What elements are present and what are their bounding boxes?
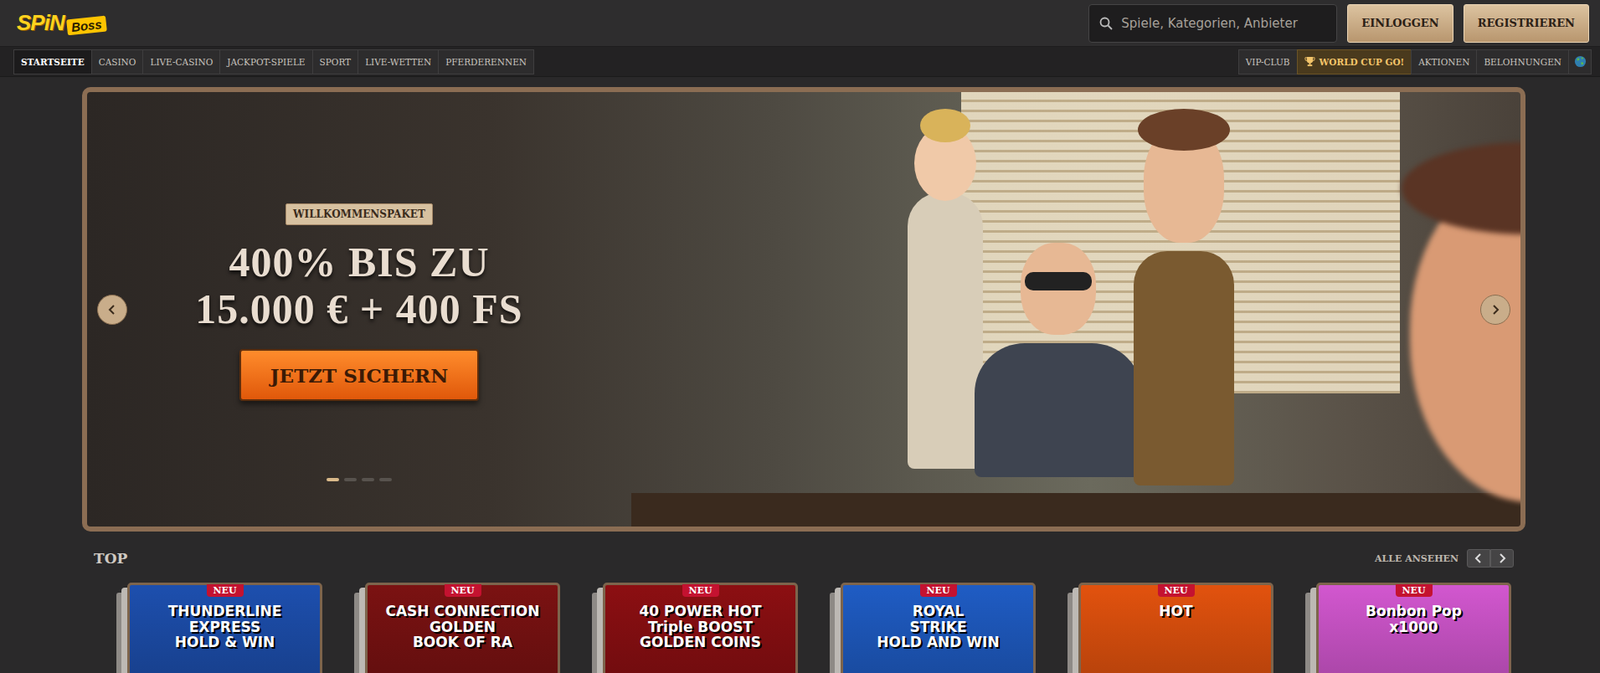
game-title-line: Triple BOOST (612, 619, 789, 636)
new-badge: NEU (919, 584, 957, 597)
trophy-icon (1304, 56, 1316, 67)
section-controls: ALLE ANSEHEN (1374, 549, 1514, 568)
slide-dot[interactable] (326, 478, 340, 482)
woman-figure (907, 192, 983, 469)
boss-figure (974, 343, 1143, 478)
game-title-line: THUNDERLINE (136, 603, 314, 620)
slide-dot[interactable] (361, 478, 375, 482)
secondary-nav-item[interactable]: VIP-CLUB (1238, 49, 1298, 75)
nav-label: WORLD CUP GO! (1319, 56, 1405, 67)
game-title-line: EXPRESS (136, 619, 314, 636)
chevron-right-icon (1497, 553, 1508, 564)
nav-item[interactable]: CASINO (91, 49, 145, 75)
game-tile[interactable]: NEU 40 POWER HOTTriple BOOSTGOLDEN COINS (602, 582, 798, 673)
nav-label: CASINO (98, 56, 137, 67)
chevron-left-icon (1473, 553, 1484, 564)
nav-label: LIVE-WETTEN (365, 56, 432, 67)
register-button[interactable]: REGISTRIEREN (1463, 4, 1590, 43)
scroll-left-button[interactable] (1466, 549, 1491, 568)
game-title-line: GOLDEN COINS (612, 634, 789, 651)
nav-label: LIVE-CASINO (149, 56, 213, 67)
nav-label: VIP-CLUB (1245, 56, 1291, 67)
hero-banner: WILLKOMMENSPAKET 400% BIS ZU15.000 € + 40… (82, 87, 1526, 532)
page: SPiNBoss EINLOGGEN REGISTRIEREN STARTSEITE C… (0, 0, 1600, 673)
headline-line: 400% BIS ZU (195, 238, 523, 286)
chevron-right-icon (1490, 304, 1501, 315)
section-title: TOP (93, 550, 128, 567)
game-title-line: HOT (1087, 603, 1265, 620)
top-bar: SPiNBoss EINLOGGEN REGISTRIEREN (0, 0, 1600, 47)
game-tile[interactable]: NEU Bonbon Popx1000 (1316, 582, 1512, 673)
logo-word: SPiN (16, 10, 65, 37)
next-slide-button[interactable] (1480, 294, 1511, 325)
game-tile[interactable]: NEU HOT (1078, 582, 1274, 673)
desk (631, 493, 1521, 527)
new-badge: NEU (681, 584, 719, 597)
language-button[interactable] (1568, 49, 1592, 75)
nav-label: SPORT (319, 56, 352, 67)
nav-label: JACKPOT-SPIELE (226, 56, 305, 67)
game-title-line: CASH CONNECTION (374, 603, 551, 620)
scroll-right-button[interactable] (1490, 549, 1514, 568)
globe-icon (1574, 55, 1587, 68)
game-title-line: GOLDEN (374, 619, 551, 636)
game-title-line: STRIKE (849, 619, 1027, 636)
game-title-line: x1000 (1325, 619, 1503, 636)
slide-indicators (326, 478, 392, 482)
nav-item[interactable]: STARTSEITE (13, 49, 93, 75)
previous-slide-button[interactable] (97, 294, 128, 325)
game-list: NEU THUNDERLINEEXPRESSHOLD & WIN NEU CASH C… (0, 582, 1600, 673)
game-title-line: Bonbon Pop (1325, 603, 1503, 620)
new-badge: NEU (205, 584, 243, 597)
secondary-nav-item[interactable]: AKTIONEN (1410, 49, 1477, 75)
hero-content: WILLKOMMENSPAKET 400% BIS ZU15.000 € + 40… (87, 92, 632, 527)
face-hair (1401, 142, 1526, 235)
nav-item[interactable]: JACKPOT-SPIELE (219, 49, 313, 75)
secondary-nav-item[interactable]: BELOHNUNGEN (1476, 49, 1570, 75)
view-all-link[interactable]: ALLE ANSEHEN (1374, 553, 1459, 565)
game-title-line: HOLD & WIN (136, 634, 314, 651)
search-field[interactable] (1088, 4, 1338, 43)
headline-line: 15.000 € + 400 FS (195, 285, 523, 333)
nav-item[interactable]: PFERDERENNEN (437, 49, 535, 75)
game-title-line: HOLD AND WIN (849, 634, 1027, 651)
logo-tag: Boss (66, 15, 107, 37)
game-tile[interactable]: NEU THUNDERLINEEXPRESSHOLD & WIN (127, 582, 323, 673)
nav-label: AKTIONEN (1418, 56, 1470, 67)
search-input[interactable] (1119, 15, 1327, 32)
headline: 400% BIS ZU15.000 € + 400 FS (195, 238, 523, 333)
banner-illustration (631, 92, 1521, 527)
section-header: TOP ALLE ANSEHEN (93, 548, 1514, 569)
game-title-line: BOOK OF RA (374, 634, 551, 651)
nav-bar: STARTSEITE CASINO LIVE-CASINO JACKPOT-SPIEL… (0, 46, 1600, 78)
nav-label: PFERDERENNEN (445, 56, 527, 67)
login-button[interactable]: EINLOGGEN (1347, 4, 1453, 43)
nav-item[interactable]: LIVE-WETTEN (357, 49, 439, 75)
nav-label: BELOHNUNGEN (1483, 56, 1562, 67)
main-nav: STARTSEITE CASINO LIVE-CASINO JACKPOT-SPIEL… (13, 49, 534, 75)
claim-button[interactable]: JETZT SICHERN (239, 349, 479, 402)
slide-dot[interactable] (344, 478, 357, 482)
secondary-nav-item[interactable]: WORLD CUP GO! (1296, 49, 1413, 75)
promo-tag: WILLKOMMENSPAKET (285, 203, 433, 226)
man-figure (1133, 251, 1235, 486)
man-hair (1137, 108, 1230, 151)
new-badge: NEU (443, 584, 481, 597)
slide-dot[interactable] (379, 478, 392, 482)
new-badge: NEU (1394, 584, 1432, 597)
chevron-left-icon (107, 304, 118, 315)
nav-item[interactable]: SPORT (312, 49, 360, 75)
secondary-nav: VIP-CLUB WORLD CUP GO! AKTIONEN BELOHNUNGEN (1238, 49, 1592, 75)
search-icon (1099, 16, 1113, 31)
logo[interactable]: SPiNBoss (16, 10, 106, 37)
woman-hair (920, 108, 971, 143)
game-title-line: 40 POWER HOT (612, 603, 789, 620)
new-badge: NEU (1157, 584, 1194, 597)
nav-label: STARTSEITE (20, 56, 85, 67)
nav-item[interactable]: LIVE-CASINO (142, 49, 221, 75)
game-tile[interactable]: NEU ROYALSTRIKEHOLD AND WIN (840, 582, 1036, 673)
game-tile[interactable]: NEU CASH CONNECTIONGOLDENBOOK OF RA (365, 582, 561, 673)
game-title-line: ROYAL (849, 603, 1027, 620)
boss-glasses (1024, 272, 1092, 291)
